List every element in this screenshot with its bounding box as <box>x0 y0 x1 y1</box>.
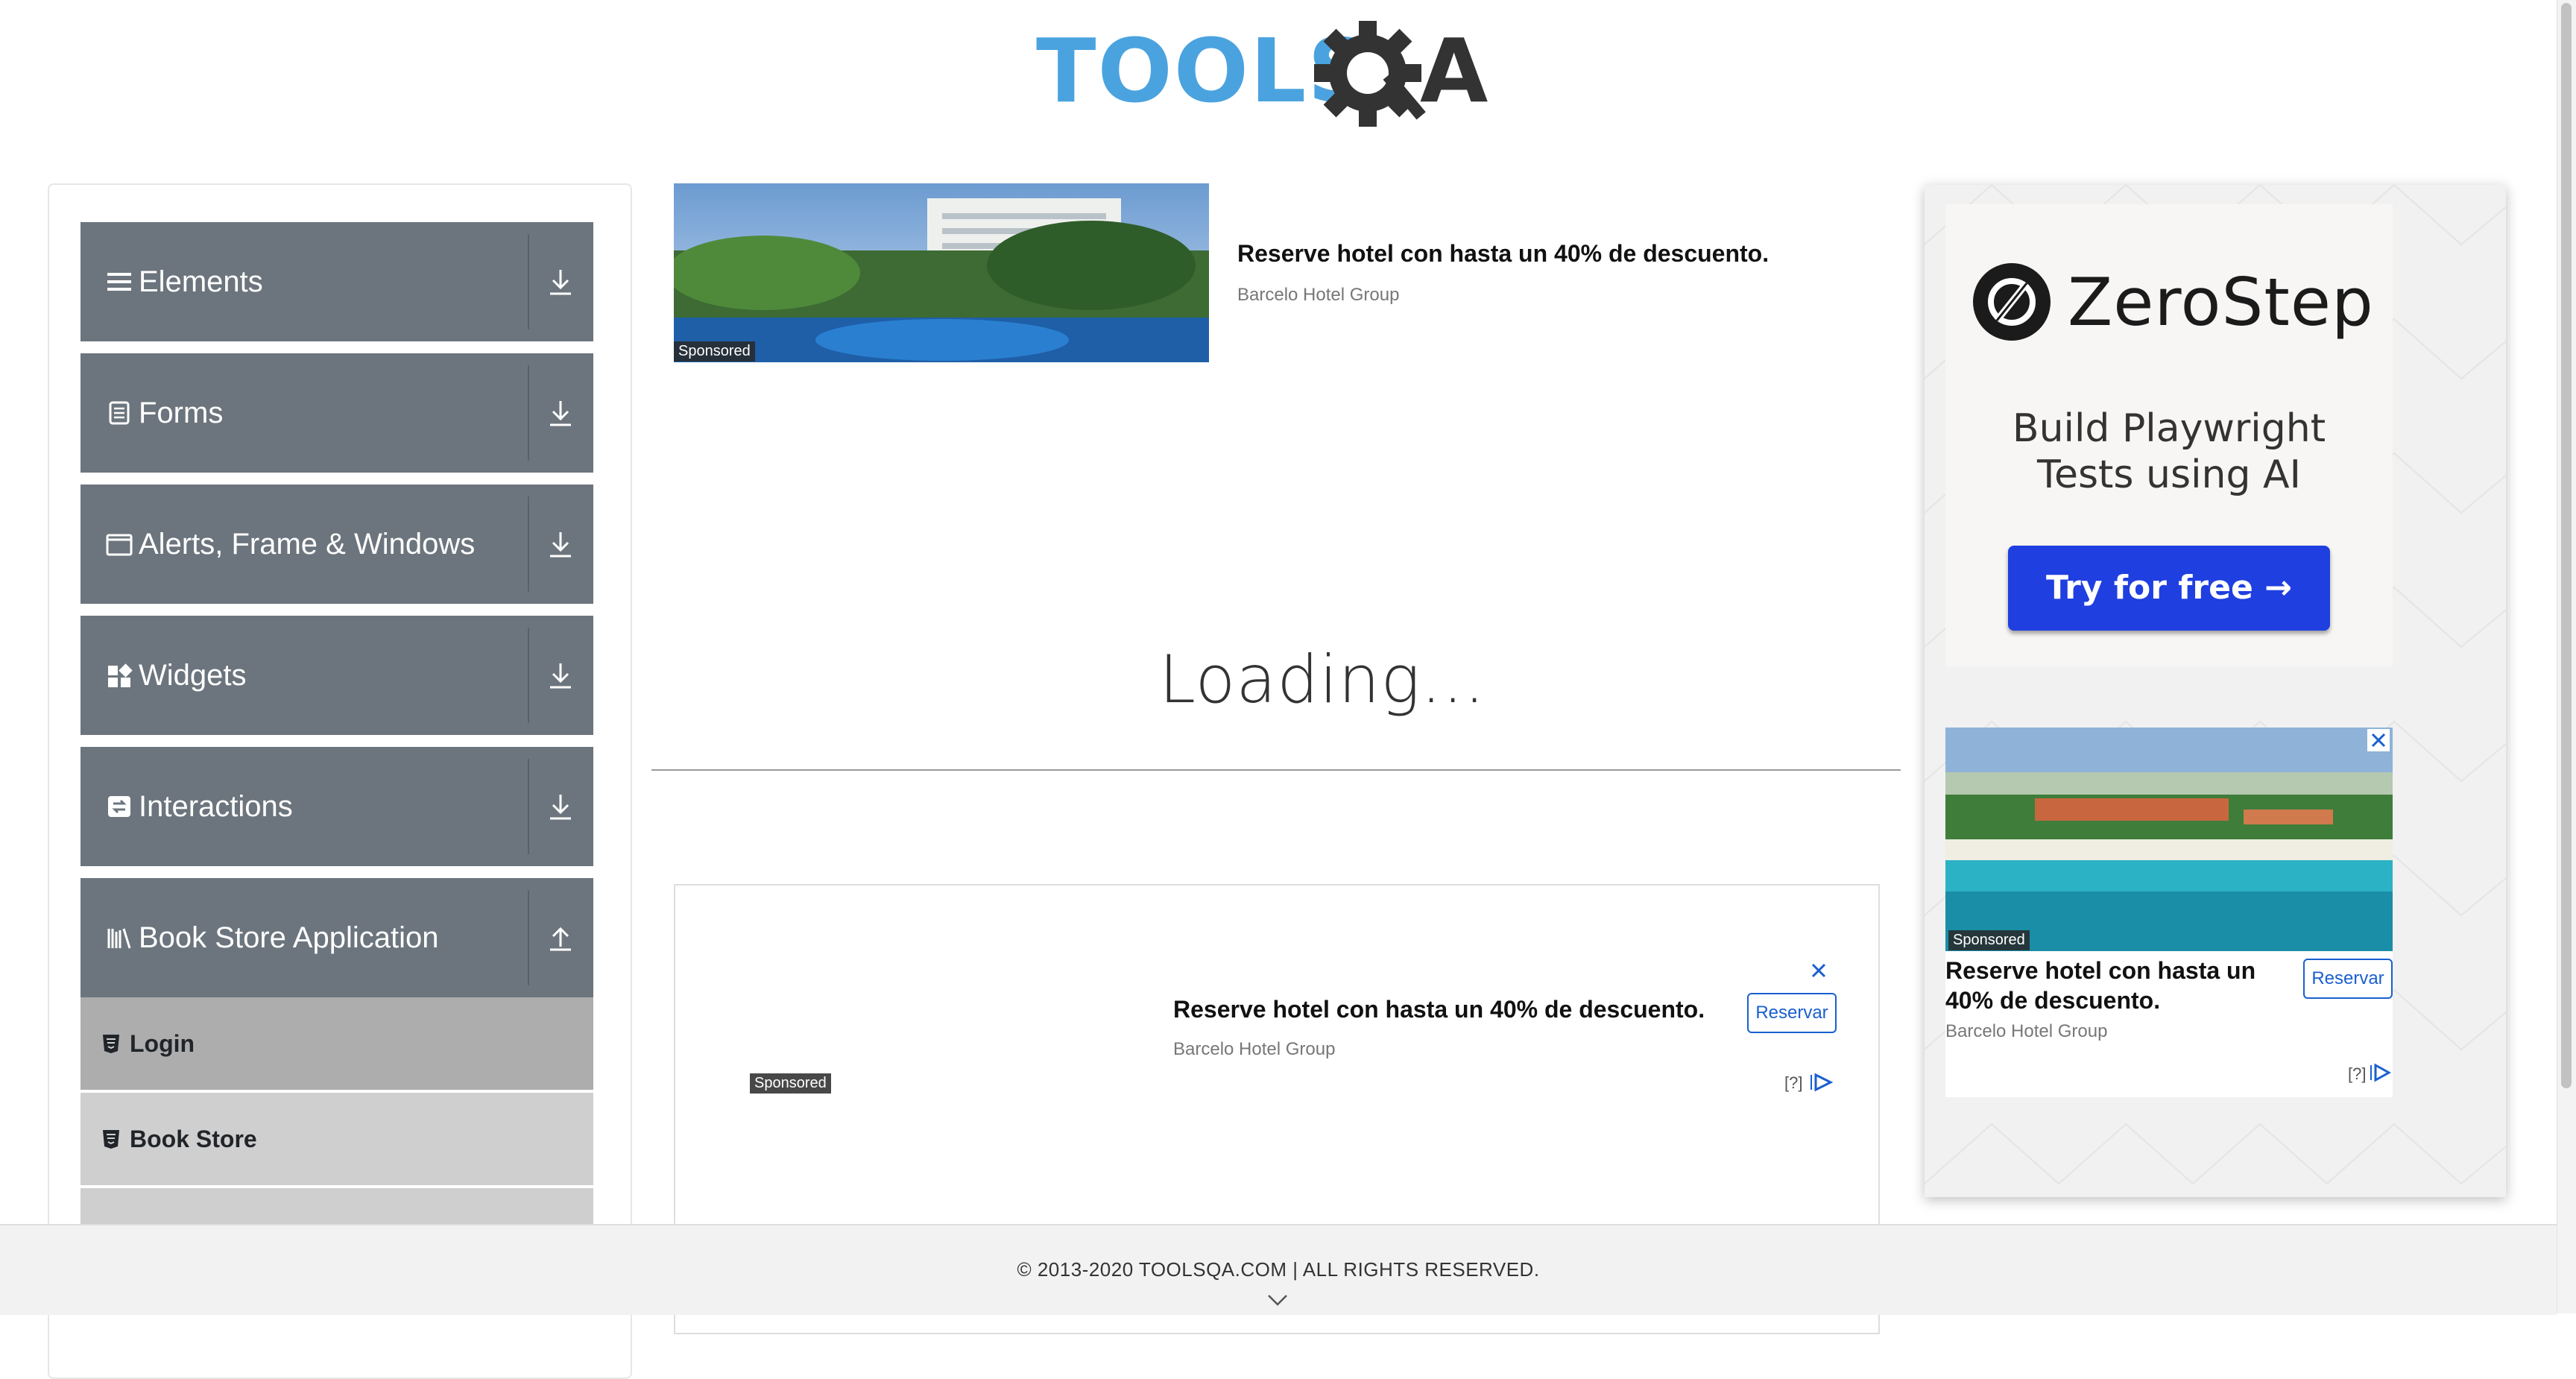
toolsqa-logo[interactable]: TOOLS A <box>1036 19 1521 140</box>
widgets-icon <box>106 662 133 689</box>
group-label: Elements <box>139 265 263 298</box>
zerostep-brand: ZeroStep <box>2068 264 2374 341</box>
ad-advertiser[interactable]: Barcelo Hotel Group <box>1173 1039 1335 1060</box>
try-for-free-button[interactable]: Try for free → <box>2008 546 2330 631</box>
reservar-button[interactable]: Reservar <box>2303 959 2393 999</box>
separator <box>528 628 529 723</box>
group-label: Book Store Application <box>139 921 439 954</box>
hotel-ad-image[interactable] <box>1945 728 2393 951</box>
menu-item-label: Login <box>130 1030 195 1057</box>
html5-icon <box>101 1129 121 1149</box>
group-label: Forms <box>139 397 224 429</box>
group-widgets[interactable]: Widgets <box>80 616 593 735</box>
ad-title[interactable]: Reserve hotel con hasta un 40% de descue… <box>1237 240 1769 268</box>
adchoices-icon[interactable] <box>2369 1063 2392 1082</box>
separator <box>528 496 529 592</box>
ad-title[interactable]: Reserve hotel con hasta un 40% de descue… <box>1945 956 2296 1015</box>
loading-text: Loading... <box>1159 641 1486 718</box>
ad-title[interactable]: Reserve hotel con hasta un 40% de descue… <box>1173 996 1705 1023</box>
beach-photo <box>1945 728 2393 951</box>
download-icon <box>543 395 578 431</box>
books-icon <box>106 924 133 951</box>
ad-advertiser[interactable]: Barcelo Hotel Group <box>1237 285 1399 306</box>
separator <box>528 234 529 329</box>
svg-text:A: A <box>1420 21 1488 122</box>
html5-icon <box>101 1033 121 1054</box>
sponsored-badge: Sponsored <box>674 341 755 362</box>
zerostep-ad[interactable]: ZeroStep Build Playwright Tests using AI… <box>1945 204 2393 666</box>
sidebar-item-login[interactable]: Login <box>80 997 593 1090</box>
close-icon[interactable] <box>1808 960 1829 981</box>
footer: © 2013-2020 TOOLSQA.COM | ALL RIGHTS RES… <box>0 1224 2557 1315</box>
download-icon <box>543 789 578 824</box>
ad-advertiser[interactable]: Barcelo Hotel Group <box>1945 1021 2107 1042</box>
group-label: Interactions <box>139 790 293 823</box>
logo-graphic: TOOLS A <box>1036 19 1488 127</box>
zerostep-headline: Build Playwright Tests using AI <box>2012 406 2326 497</box>
upload-icon <box>543 920 578 956</box>
sidebar-item-book-store[interactable]: Book Store <box>80 1093 593 1185</box>
group-label: Widgets <box>139 659 247 692</box>
group-book-store-application[interactable]: Book Store Application <box>80 878 593 997</box>
chevron-down-icon[interactable] <box>1267 1294 1288 1307</box>
group-alerts-frame-windows[interactable]: Alerts, Frame & Windows <box>80 485 593 604</box>
sponsored-badge: Sponsored <box>750 1073 831 1094</box>
sponsored-badge: Sponsored <box>1948 930 2030 950</box>
group-label: Alerts, Frame & Windows <box>139 528 476 561</box>
download-icon <box>543 526 578 562</box>
download-icon <box>543 657 578 693</box>
separator <box>528 890 529 985</box>
document-icon <box>106 400 133 426</box>
download-icon <box>543 264 578 300</box>
hotel-ad-image[interactable]: Sponsored <box>674 183 1209 362</box>
separator <box>528 759 529 854</box>
hamburger-icon <box>106 268 133 295</box>
divider <box>651 769 1901 771</box>
ad-info-link[interactable]: [?] <box>2348 1064 2366 1084</box>
ad-info-link[interactable]: [?] <box>1784 1073 1802 1093</box>
copyright-text: © 2013-2020 TOOLSQA.COM | ALL RIGHTS RES… <box>1017 1258 1540 1281</box>
group-forms[interactable]: Forms <box>80 353 593 473</box>
separator <box>528 365 529 461</box>
close-icon[interactable] <box>2367 729 2390 751</box>
scrollbar-thumb[interactable] <box>2561 3 2572 1088</box>
interactions-icon <box>106 793 133 820</box>
hotel-photo <box>674 183 1209 362</box>
zerostep-logo-icon <box>1971 261 2053 343</box>
adchoices-icon[interactable] <box>1808 1072 1834 1093</box>
window-icon <box>106 531 133 558</box>
group-elements[interactable]: Elements <box>80 222 593 341</box>
menu-item-label: Book Store <box>130 1126 257 1152</box>
group-interactions[interactable]: Interactions <box>80 747 593 866</box>
sidebar: Elements Forms Alerts, Frame & Windows W… <box>48 183 632 1379</box>
right-ad-panel: ZeroStep Build Playwright Tests using AI… <box>1925 185 2506 1197</box>
reservar-button[interactable]: Reservar <box>1747 993 1837 1033</box>
hotel-ad-card: Sponsored Reserve hotel con hasta un 40%… <box>1945 728 2393 1097</box>
